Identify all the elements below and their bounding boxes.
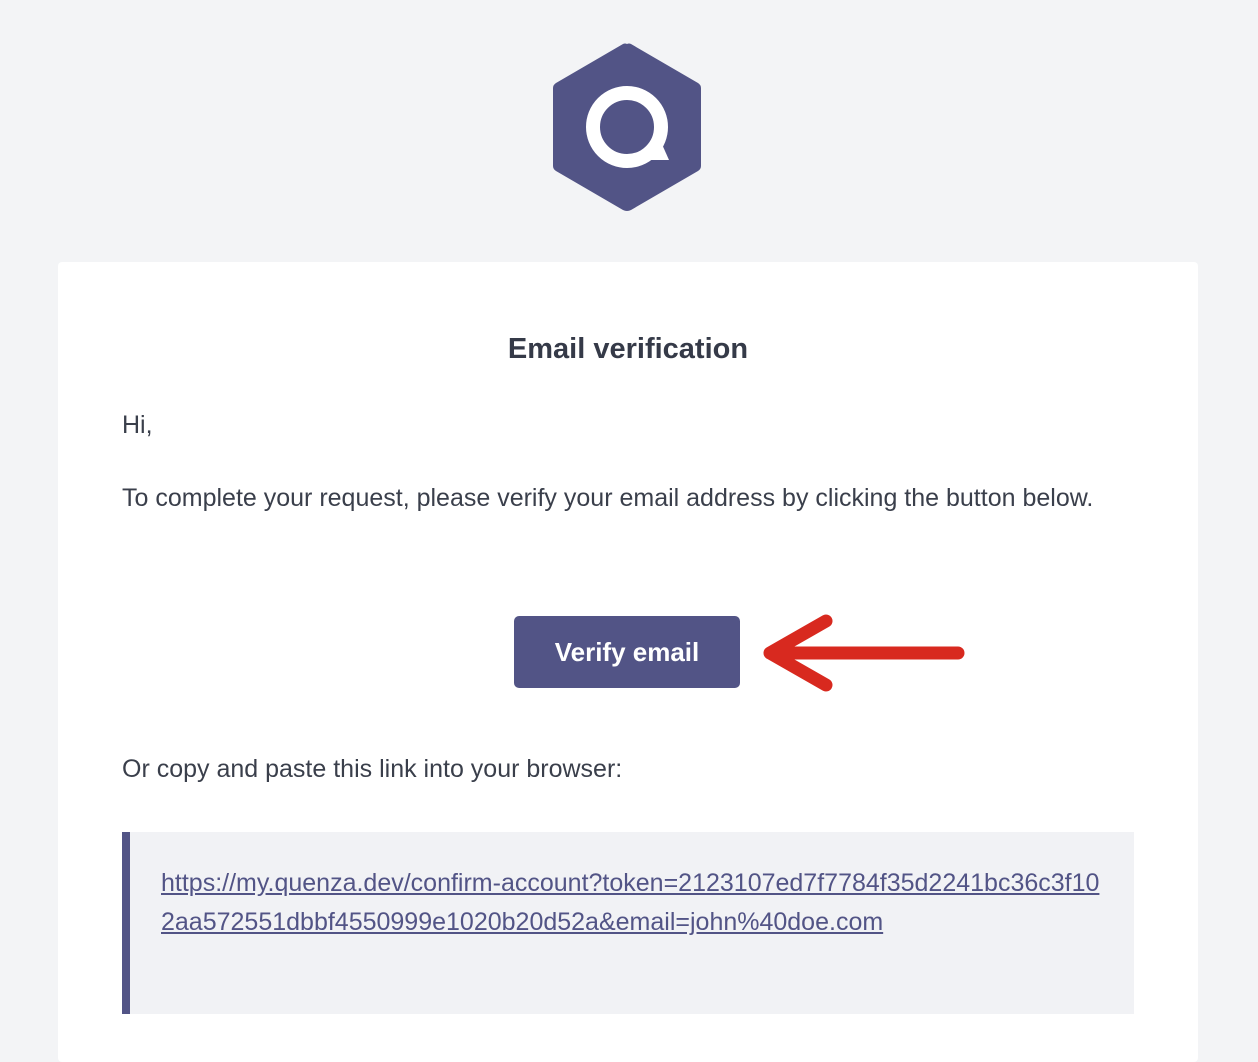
intro-text: To complete your request, please verify … [122,484,1094,512]
quenza-logo [551,42,703,212]
verify-email-button[interactable]: Verify email [514,616,740,688]
quenza-logo-icon [553,43,701,211]
verification-link-box: https://my.quenza.dev/confirm-account?to… [122,832,1134,1014]
verification-link[interactable]: https://my.quenza.dev/confirm-account?to… [161,864,1111,942]
greeting-text: Hi, [122,411,153,439]
email-card: Email verification Hi, To complete your … [58,262,1198,1062]
annotation-arrow-icon [756,612,968,694]
copy-link-hint: Or copy and paste this link into your br… [122,755,623,783]
email-title: Email verification [507,333,749,365]
